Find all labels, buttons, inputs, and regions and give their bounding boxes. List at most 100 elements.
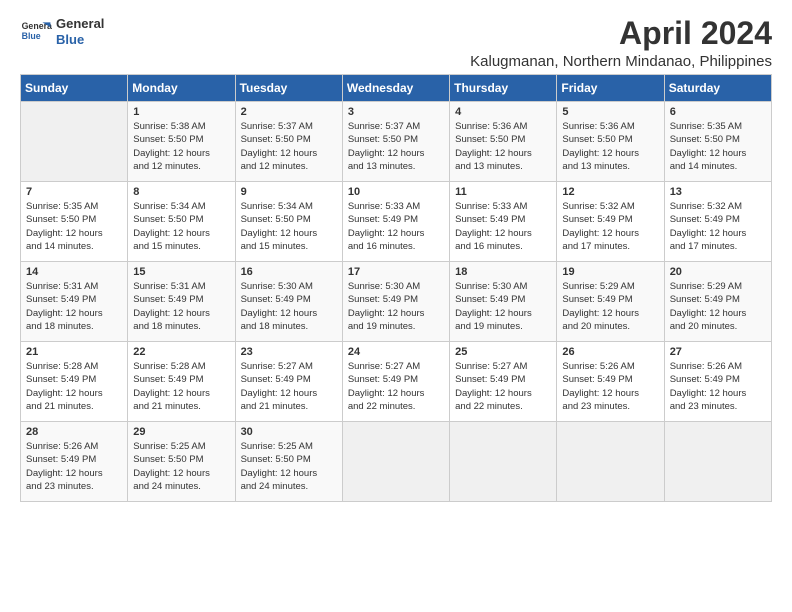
day-cell: 18 Sunrise: 5:30 AM Sunset: 5:49 PM Dayli…: [450, 262, 557, 342]
day-cell: 25 Sunrise: 5:27 AM Sunset: 5:49 PM Dayli…: [450, 342, 557, 422]
day-cell: 28 Sunrise: 5:26 AM Sunset: 5:49 PM Dayli…: [21, 422, 128, 502]
day-info: Sunrise: 5:27 AM Sunset: 5:49 PM Dayligh…: [455, 360, 551, 413]
day-number: 28: [26, 426, 122, 438]
day-number: 27: [670, 346, 766, 358]
day-info: Sunrise: 5:35 AM Sunset: 5:50 PM Dayligh…: [26, 200, 122, 253]
day-number: 17: [348, 266, 444, 278]
logo: General Blue General Blue: [20, 16, 104, 48]
day-cell: 8 Sunrise: 5:34 AM Sunset: 5:50 PM Daylig…: [128, 182, 235, 262]
day-info: Sunrise: 5:27 AM Sunset: 5:49 PM Dayligh…: [241, 360, 337, 413]
day-number: 5: [562, 106, 658, 118]
day-number: 10: [348, 186, 444, 198]
day-cell: 15 Sunrise: 5:31 AM Sunset: 5:49 PM Dayli…: [128, 262, 235, 342]
day-cell: 26 Sunrise: 5:26 AM Sunset: 5:49 PM Dayli…: [557, 342, 664, 422]
header-cell-tuesday: Tuesday: [235, 75, 342, 102]
day-number: 18: [455, 266, 551, 278]
day-info: Sunrise: 5:25 AM Sunset: 5:50 PM Dayligh…: [241, 440, 337, 493]
day-number: 4: [455, 106, 551, 118]
svg-text:General: General: [22, 21, 52, 31]
day-info: Sunrise: 5:36 AM Sunset: 5:50 PM Dayligh…: [455, 120, 551, 173]
day-cell: 9Sunrise: 5:34 AM Sunset: 5:50 PM Daylig…: [235, 182, 342, 262]
day-info: Sunrise: 5:31 AM Sunset: 5:49 PM Dayligh…: [133, 280, 229, 333]
day-info: Sunrise: 5:26 AM Sunset: 5:49 PM Dayligh…: [26, 440, 122, 493]
week-row: 28 Sunrise: 5:26 AM Sunset: 5:49 PM Dayli…: [21, 422, 772, 502]
day-number: 16: [241, 266, 337, 278]
day-number: 30: [241, 426, 337, 438]
day-info: Sunrise: 5:33 AM Sunset: 5:49 PM Dayligh…: [348, 200, 444, 253]
day-cell: 10 Sunrise: 5:33 AM Sunset: 5:49 PM Dayli…: [342, 182, 449, 262]
header-cell-wednesday: Wednesday: [342, 75, 449, 102]
logo-line1: General: [56, 16, 104, 32]
day-info: Sunrise: 5:34 AM Sunset: 5:50 PM Dayligh…: [241, 200, 337, 253]
logo-text: General Blue: [56, 16, 104, 47]
day-number: 15: [133, 266, 229, 278]
day-number: 13: [670, 186, 766, 198]
day-cell: [21, 102, 128, 182]
day-cell: 23 Sunrise: 5:27 AM Sunset: 5:49 PM Dayli…: [235, 342, 342, 422]
day-cell: 16 Sunrise: 5:30 AM Sunset: 5:49 PM Dayli…: [235, 262, 342, 342]
day-number: 29: [133, 426, 229, 438]
day-info: Sunrise: 5:35 AM Sunset: 5:50 PM Dayligh…: [670, 120, 766, 173]
calendar-table: SundayMondayTuesdayWednesdayThursdayFrid…: [20, 74, 772, 502]
header-cell-saturday: Saturday: [664, 75, 771, 102]
day-cell: 13Sunrise: 5:32 AM Sunset: 5:49 PM Dayli…: [664, 182, 771, 262]
title-area: April 2024 Kalugmanan, Northern Mindanao…: [470, 16, 772, 70]
day-cell: 11Sunrise: 5:33 AM Sunset: 5:49 PM Dayli…: [450, 182, 557, 262]
header-cell-thursday: Thursday: [450, 75, 557, 102]
day-cell: 2 Sunrise: 5:37 AM Sunset: 5:50 PM Daylig…: [235, 102, 342, 182]
day-number: 3: [348, 106, 444, 118]
day-cell: 14Sunrise: 5:31 AM Sunset: 5:49 PM Dayli…: [21, 262, 128, 342]
day-info: Sunrise: 5:36 AM Sunset: 5:50 PM Dayligh…: [562, 120, 658, 173]
day-number: 23: [241, 346, 337, 358]
day-info: Sunrise: 5:32 AM Sunset: 5:49 PM Dayligh…: [562, 200, 658, 253]
day-number: 7: [26, 186, 122, 198]
header-cell-monday: Monday: [128, 75, 235, 102]
day-cell: 29 Sunrise: 5:25 AM Sunset: 5:50 PM Dayli…: [128, 422, 235, 502]
day-info: Sunrise: 5:27 AM Sunset: 5:49 PM Dayligh…: [348, 360, 444, 413]
day-info: Sunrise: 5:30 AM Sunset: 5:49 PM Dayligh…: [455, 280, 551, 333]
day-info: Sunrise: 5:25 AM Sunset: 5:50 PM Dayligh…: [133, 440, 229, 493]
day-cell: 7 Sunrise: 5:35 AM Sunset: 5:50 PM Daylig…: [21, 182, 128, 262]
day-number: 12: [562, 186, 658, 198]
day-info: Sunrise: 5:30 AM Sunset: 5:49 PM Dayligh…: [241, 280, 337, 333]
day-cell: 6Sunrise: 5:35 AM Sunset: 5:50 PM Daylig…: [664, 102, 771, 182]
day-number: 26: [562, 346, 658, 358]
day-number: 22: [133, 346, 229, 358]
day-cell: [342, 422, 449, 502]
logo-line2: Blue: [56, 32, 104, 48]
day-cell: 24 Sunrise: 5:27 AM Sunset: 5:49 PM Dayli…: [342, 342, 449, 422]
day-cell: 30 Sunrise: 5:25 AM Sunset: 5:50 PM Dayli…: [235, 422, 342, 502]
day-cell: [557, 422, 664, 502]
day-number: 8: [133, 186, 229, 198]
day-cell: [664, 422, 771, 502]
week-row: 21Sunrise: 5:28 AM Sunset: 5:49 PM Dayli…: [21, 342, 772, 422]
day-info: Sunrise: 5:31 AM Sunset: 5:49 PM Dayligh…: [26, 280, 122, 333]
day-cell: 27 Sunrise: 5:26 AM Sunset: 5:49 PM Dayli…: [664, 342, 771, 422]
header-row: SundayMondayTuesdayWednesdayThursdayFrid…: [21, 75, 772, 102]
day-info: Sunrise: 5:28 AM Sunset: 5:49 PM Dayligh…: [133, 360, 229, 413]
day-info: Sunrise: 5:30 AM Sunset: 5:49 PM Dayligh…: [348, 280, 444, 333]
day-info: Sunrise: 5:29 AM Sunset: 5:49 PM Dayligh…: [562, 280, 658, 333]
day-number: 2: [241, 106, 337, 118]
svg-text:Blue: Blue: [22, 31, 41, 41]
day-info: Sunrise: 5:37 AM Sunset: 5:50 PM Dayligh…: [241, 120, 337, 173]
day-number: 19: [562, 266, 658, 278]
day-cell: 5 Sunrise: 5:36 AM Sunset: 5:50 PM Daylig…: [557, 102, 664, 182]
day-info: Sunrise: 5:28 AM Sunset: 5:49 PM Dayligh…: [26, 360, 122, 413]
day-info: Sunrise: 5:26 AM Sunset: 5:49 PM Dayligh…: [670, 360, 766, 413]
header-cell-friday: Friday: [557, 75, 664, 102]
day-info: Sunrise: 5:26 AM Sunset: 5:49 PM Dayligh…: [562, 360, 658, 413]
day-cell: 22 Sunrise: 5:28 AM Sunset: 5:49 PM Dayli…: [128, 342, 235, 422]
header: General Blue General Blue April 2024 Kal…: [20, 16, 772, 70]
day-info: Sunrise: 5:29 AM Sunset: 5:49 PM Dayligh…: [670, 280, 766, 333]
day-info: Sunrise: 5:33 AM Sunset: 5:49 PM Dayligh…: [455, 200, 551, 253]
day-number: 24: [348, 346, 444, 358]
day-cell: 19 Sunrise: 5:29 AM Sunset: 5:49 PM Dayli…: [557, 262, 664, 342]
day-cell: [450, 422, 557, 502]
day-cell: 20Sunrise: 5:29 AM Sunset: 5:49 PM Dayli…: [664, 262, 771, 342]
day-number: 25: [455, 346, 551, 358]
day-cell: 17 Sunrise: 5:30 AM Sunset: 5:49 PM Dayli…: [342, 262, 449, 342]
week-row: 1Sunrise: 5:38 AM Sunset: 5:50 PM Daylig…: [21, 102, 772, 182]
day-info: Sunrise: 5:34 AM Sunset: 5:50 PM Dayligh…: [133, 200, 229, 253]
day-cell: 12 Sunrise: 5:32 AM Sunset: 5:49 PM Dayli…: [557, 182, 664, 262]
